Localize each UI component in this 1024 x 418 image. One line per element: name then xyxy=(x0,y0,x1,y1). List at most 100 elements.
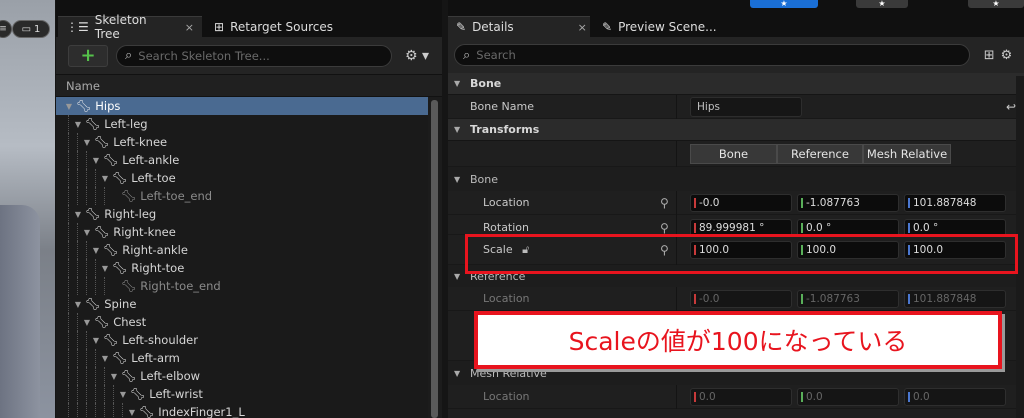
tree-guide-line xyxy=(86,403,87,418)
column-divider[interactable] xyxy=(676,215,677,234)
tree-row[interactable]: ▼ 🦴︎ Left-elbow xyxy=(56,367,428,385)
chevron-down-icon: ▼ xyxy=(454,271,461,281)
chevron-down-icon[interactable]: ▼ xyxy=(73,120,83,129)
column-divider[interactable] xyxy=(676,385,677,409)
toolbar-badge-gray[interactable]: ★ xyxy=(856,0,908,8)
tree-guide-line xyxy=(86,277,87,295)
tree-guide-line xyxy=(95,169,96,187)
close-icon[interactable]: × xyxy=(185,21,194,34)
mode-mesh-relative-button[interactable]: Mesh Relative xyxy=(863,143,951,164)
column-divider[interactable] xyxy=(676,141,677,167)
gear-icon[interactable]: ⚙ ▾ xyxy=(400,48,434,64)
tree-row[interactable]: ▼ 🦴︎ Left-wrist xyxy=(56,385,428,403)
reset-arrow-icon[interactable]: ↩ xyxy=(1006,100,1016,114)
bone-icon: 🦴︎ xyxy=(112,351,128,365)
mode-bone-button[interactable]: Bone xyxy=(690,143,777,164)
world-axes-icon[interactable]: ⚲ xyxy=(660,221,669,234)
tree-row[interactable]: ▼ 🦴︎ Left-arm xyxy=(56,349,428,367)
tree-row[interactable]: 🦴︎ Right-toe_end xyxy=(56,277,428,295)
rotation-x-field[interactable]: 89.999981 ° xyxy=(690,219,792,234)
rotation-vector: 89.999981 ° 0.0 ° 0.0 ° xyxy=(690,219,1006,234)
tree-row[interactable]: ▼ 🦴︎ Right-ankle xyxy=(56,241,428,259)
subcategory-bone[interactable]: ▼ Bone xyxy=(448,167,1024,191)
camera-speed-button[interactable]: ▭ 1 xyxy=(12,20,50,38)
details-search-bar: ⌕ Search ⊞ ⚙ xyxy=(448,37,1024,73)
grid-icon[interactable]: ⊞ xyxy=(984,48,995,63)
chevron-down-icon[interactable]: ▼ xyxy=(73,210,83,219)
skeleton-search-placeholder: Search Skeleton Tree... xyxy=(138,48,270,63)
category-bone-label: Bone xyxy=(470,77,502,90)
chevron-down-icon[interactable]: ▼ xyxy=(118,390,128,399)
tab-skeleton-tree[interactable]: ⋮☰ Skeleton Tree × xyxy=(58,13,202,41)
tree-row[interactable]: 🦴︎ Left-toe_end xyxy=(56,187,428,205)
rotation-z-field[interactable]: 0.0 ° xyxy=(904,219,1006,234)
tree-row[interactable]: ▼ 🦴︎ Left-shoulder xyxy=(56,331,428,349)
tree-row-label: Right-leg xyxy=(104,207,157,221)
tree-row[interactable]: ▼ 🦴︎ Hips xyxy=(56,97,428,115)
chevron-down-icon[interactable]: ▼ xyxy=(100,354,110,363)
column-divider[interactable] xyxy=(676,287,677,311)
chevron-down-icon[interactable]: ▼ xyxy=(91,336,101,345)
chevron-down-icon[interactable]: ▼ xyxy=(100,174,110,183)
mode-reference-button[interactable]: Reference xyxy=(777,143,863,164)
tree-guide-line xyxy=(68,205,69,223)
chevron-down-icon[interactable]: ▼ xyxy=(73,300,83,309)
tab-retarget-sources[interactable]: ⊞ Retarget Sources xyxy=(206,16,341,37)
chevron-down-icon[interactable]: ▼ xyxy=(127,408,137,417)
tree-row[interactable]: ▼ 🦴︎ Left-leg xyxy=(56,115,428,133)
tree-guide-line xyxy=(95,187,96,205)
location-y-field[interactable]: -1.087763 xyxy=(797,193,899,212)
bone-name-field[interactable]: Hips xyxy=(690,96,802,117)
chevron-down-icon: ▼ xyxy=(454,174,461,184)
tree-row[interactable]: ▼ 🦴︎ Spine xyxy=(56,295,428,313)
chevron-down-icon[interactable]: ▼ xyxy=(100,264,110,273)
world-axes-icon[interactable]: ⚲ xyxy=(660,196,669,210)
tree-row-label: Right-toe xyxy=(131,261,185,275)
chevron-down-icon[interactable]: ▼ xyxy=(109,372,119,381)
tree-row[interactable]: ▼ 🦴︎ Right-toe xyxy=(56,259,428,277)
tree-guide-line xyxy=(86,259,87,277)
gear-icon[interactable]: ⚙ xyxy=(1001,48,1013,63)
tab-details[interactable]: ✎ Details × xyxy=(448,16,590,37)
tree-guide-line xyxy=(77,277,78,295)
tree-row[interactable]: ▼ 🦴︎ IndexFinger1_L xyxy=(56,403,428,418)
close-icon[interactable]: × xyxy=(578,21,587,34)
column-header-name[interactable]: Name xyxy=(56,75,442,97)
add-button[interactable]: + xyxy=(68,44,108,67)
tab-preview-scene[interactable]: ✎ Preview Scene... xyxy=(594,16,725,37)
viewport-options-icon[interactable]: ≡ xyxy=(0,20,12,38)
chevron-down-icon[interactable]: ▼ xyxy=(82,318,92,327)
rotation-y-field[interactable]: 0.0 ° xyxy=(797,219,899,234)
tree-row[interactable]: ▼ 🦴︎ Left-knee xyxy=(56,133,428,151)
skeleton-search-input[interactable]: ⌕ Search Skeleton Tree... xyxy=(116,44,392,67)
toolbar-badge-gray-2[interactable]: ★ xyxy=(968,0,1024,8)
chevron-down-icon[interactable]: ▼ xyxy=(91,246,101,255)
chevron-down-icon[interactable]: ▼ xyxy=(82,138,92,147)
location-x-field[interactable]: -0.0 xyxy=(690,193,792,212)
tree-row[interactable]: ▼ 🦴︎ Left-toe xyxy=(56,169,428,187)
category-bone[interactable]: ▼ Bone xyxy=(448,73,1024,95)
scrollbar-thumb[interactable] xyxy=(431,100,438,418)
details-search-input[interactable]: ⌕ Search xyxy=(454,44,970,66)
chevron-down-icon[interactable]: ▼ xyxy=(91,156,101,165)
chevron-down-icon[interactable]: ▼ xyxy=(64,102,74,111)
bone-icon: 🦴︎ xyxy=(121,279,137,293)
ref-location-label: Location xyxy=(483,292,530,305)
chevron-down-icon: ▼ xyxy=(454,125,461,134)
details-view-options[interactable]: ⊞ ⚙ xyxy=(978,48,1018,63)
tree-row[interactable]: ▼ 🦴︎ Left-ankle xyxy=(56,151,428,169)
chevron-down-icon[interactable]: ▼ xyxy=(82,228,92,237)
column-divider[interactable] xyxy=(676,95,677,119)
tree-guide-line xyxy=(68,295,69,313)
column-divider[interactable] xyxy=(676,191,677,215)
location-z-field[interactable]: 101.887848 xyxy=(904,193,1006,212)
viewport[interactable]: ≡ ▭ 1 xyxy=(0,0,55,418)
toolbar-badge-blue[interactable]: ★ xyxy=(750,0,818,8)
tree-row[interactable]: ▼ 🦴︎ Chest xyxy=(56,313,428,331)
camera-speed-label: 1 xyxy=(34,23,41,35)
tree-row[interactable]: ▼ 🦴︎ Right-leg xyxy=(56,205,428,223)
tree-row[interactable]: ▼ 🦴︎ Right-knee xyxy=(56,223,428,241)
skeleton-scrollbar[interactable] xyxy=(428,97,442,418)
category-transforms[interactable]: ▼ Transforms xyxy=(448,119,1024,141)
bone-icon: 🦴︎ xyxy=(94,225,110,239)
